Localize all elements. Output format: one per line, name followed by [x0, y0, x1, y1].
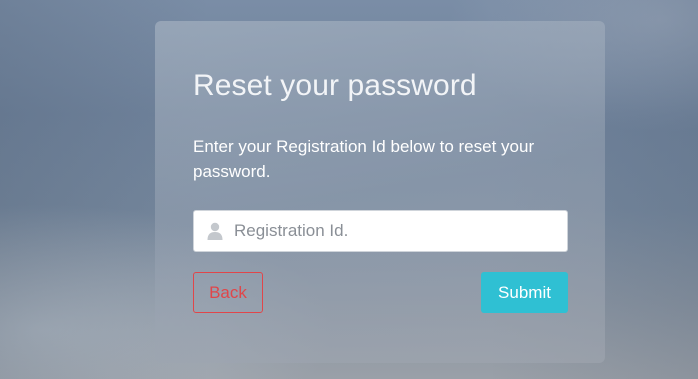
registration-id-input-group[interactable] — [193, 210, 568, 252]
submit-button[interactable]: Submit — [481, 272, 568, 313]
instructions-text: Enter your Registration Id below to rese… — [193, 137, 535, 181]
registration-id-input[interactable] — [234, 211, 560, 251]
page-title: Reset your password — [193, 69, 477, 102]
reset-password-card: Reset your password Enter your Registrat… — [155, 21, 605, 363]
user-icon — [207, 222, 223, 240]
back-button[interactable]: Back — [193, 272, 263, 313]
